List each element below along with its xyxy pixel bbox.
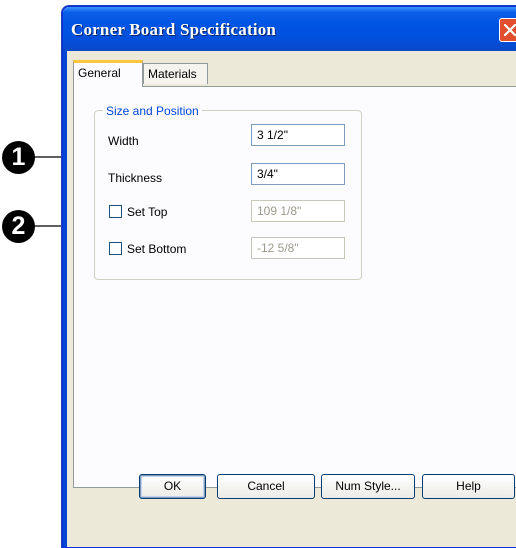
close-icon [504, 24, 516, 36]
set-bottom-label[interactable]: Set Bottom [127, 242, 186, 256]
close-button[interactable] [499, 18, 516, 42]
width-field[interactable]: 3 1/2" [251, 124, 345, 146]
tab-materials[interactable]: Materials [143, 63, 208, 84]
set-bottom-checkbox[interactable] [109, 242, 122, 255]
title-bar[interactable]: Corner Board Specification [63, 7, 516, 51]
cancel-button[interactable]: Cancel [217, 474, 315, 499]
set-top-checkbox[interactable] [109, 205, 122, 218]
help-button[interactable]: Help [422, 474, 515, 499]
ok-button[interactable]: OK [139, 474, 206, 499]
window-title: Corner Board Specification [71, 20, 277, 39]
num-style-button[interactable]: Num Style... [321, 474, 415, 499]
thickness-label: Thickness [108, 171, 163, 185]
thickness-field[interactable]: 3/4" [251, 163, 345, 185]
group-title: Size and Position [103, 104, 202, 118]
width-label: Width [108, 134, 139, 148]
corner-board-dialog: Corner Board Specification General Mater… [62, 6, 516, 548]
set-top-field: 109 1/8" [251, 200, 345, 222]
set-bottom-field: -12 5/8" [251, 237, 345, 259]
window-frame-left [63, 51, 67, 547]
tab-general[interactable]: General [73, 60, 143, 87]
set-top-label[interactable]: Set Top [127, 205, 167, 219]
